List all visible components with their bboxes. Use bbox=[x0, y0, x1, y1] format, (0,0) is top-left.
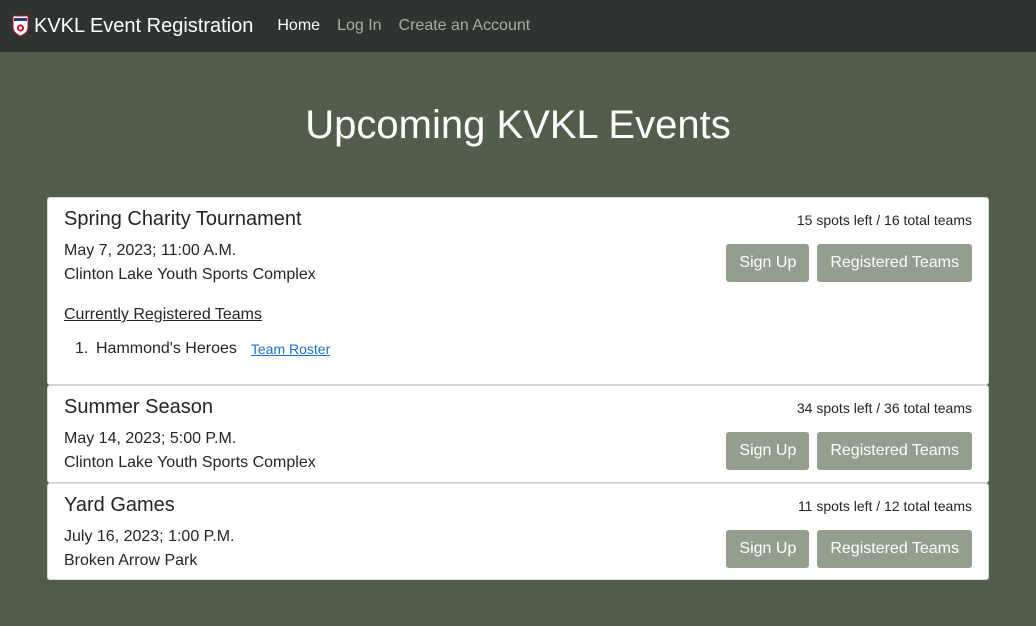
team-name: Hammond's Heroes bbox=[96, 340, 237, 357]
events-list: Spring Charity Tournament 15 spots left … bbox=[47, 197, 989, 580]
event-card-yard-games: Yard Games 11 spots left / 12 total team… bbox=[47, 483, 989, 580]
event-location: Clinton Lake Youth Sports Complex bbox=[64, 266, 316, 283]
registered-teams-button[interactable]: Registered Teams bbox=[817, 244, 972, 282]
nav-link-home[interactable]: Home bbox=[277, 17, 320, 35]
event-date: May 14, 2023; 5:00 P.M. bbox=[64, 430, 237, 447]
event-name: Spring Charity Tournament bbox=[64, 208, 302, 230]
page-title: Upcoming KVKL Events bbox=[305, 103, 731, 147]
top-navbar: KVKL Event Registration Home Log In Crea… bbox=[0, 0, 1036, 52]
event-card-summer-season: Summer Season 34 spots left / 36 total t… bbox=[47, 385, 989, 483]
brand-title: KVKL Event Registration bbox=[34, 14, 254, 37]
brand-link[interactable]: KVKL Event Registration bbox=[12, 15, 253, 38]
nav-link-create-account[interactable]: Create an Account bbox=[399, 17, 531, 35]
nav-link-login[interactable]: Log In bbox=[337, 17, 381, 35]
event-name: Yard Games bbox=[64, 494, 175, 516]
event-date: May 7, 2023; 11:00 A.M. bbox=[64, 242, 237, 259]
sign-up-button[interactable]: Sign Up bbox=[726, 244, 810, 282]
registered-teams-button[interactable]: Registered Teams bbox=[817, 432, 972, 470]
registered-teams-button[interactable]: Registered Teams bbox=[817, 530, 972, 568]
spots-count: 34 spots left / 36 total teams bbox=[796, 400, 972, 416]
event-name: Summer Season bbox=[64, 396, 213, 418]
spots-count: 15 spots left / 16 total teams bbox=[796, 212, 972, 228]
registered-teams-heading: Currently Registered Teams bbox=[64, 306, 263, 323]
event-location: Broken Arrow Park bbox=[64, 552, 198, 569]
event-card-spring-charity: Spring Charity Tournament 15 spots left … bbox=[47, 197, 989, 385]
event-location: Clinton Lake Youth Sports Complex bbox=[64, 454, 316, 471]
team-number: 1. bbox=[75, 340, 89, 357]
team-roster-link[interactable]: Team Roster bbox=[251, 341, 330, 357]
spots-count: 11 spots left / 12 total teams bbox=[797, 498, 972, 514]
event-date: July 16, 2023; 1:00 P.M. bbox=[64, 528, 235, 545]
list-item: 1. Hammond's Heroes Team Roster bbox=[75, 340, 972, 358]
sign-up-button[interactable]: Sign Up bbox=[726, 432, 810, 470]
team-list: 1. Hammond's Heroes Team Roster bbox=[64, 340, 972, 358]
kvkl-logo-icon bbox=[12, 15, 29, 37]
sign-up-button[interactable]: Sign Up bbox=[726, 530, 810, 568]
